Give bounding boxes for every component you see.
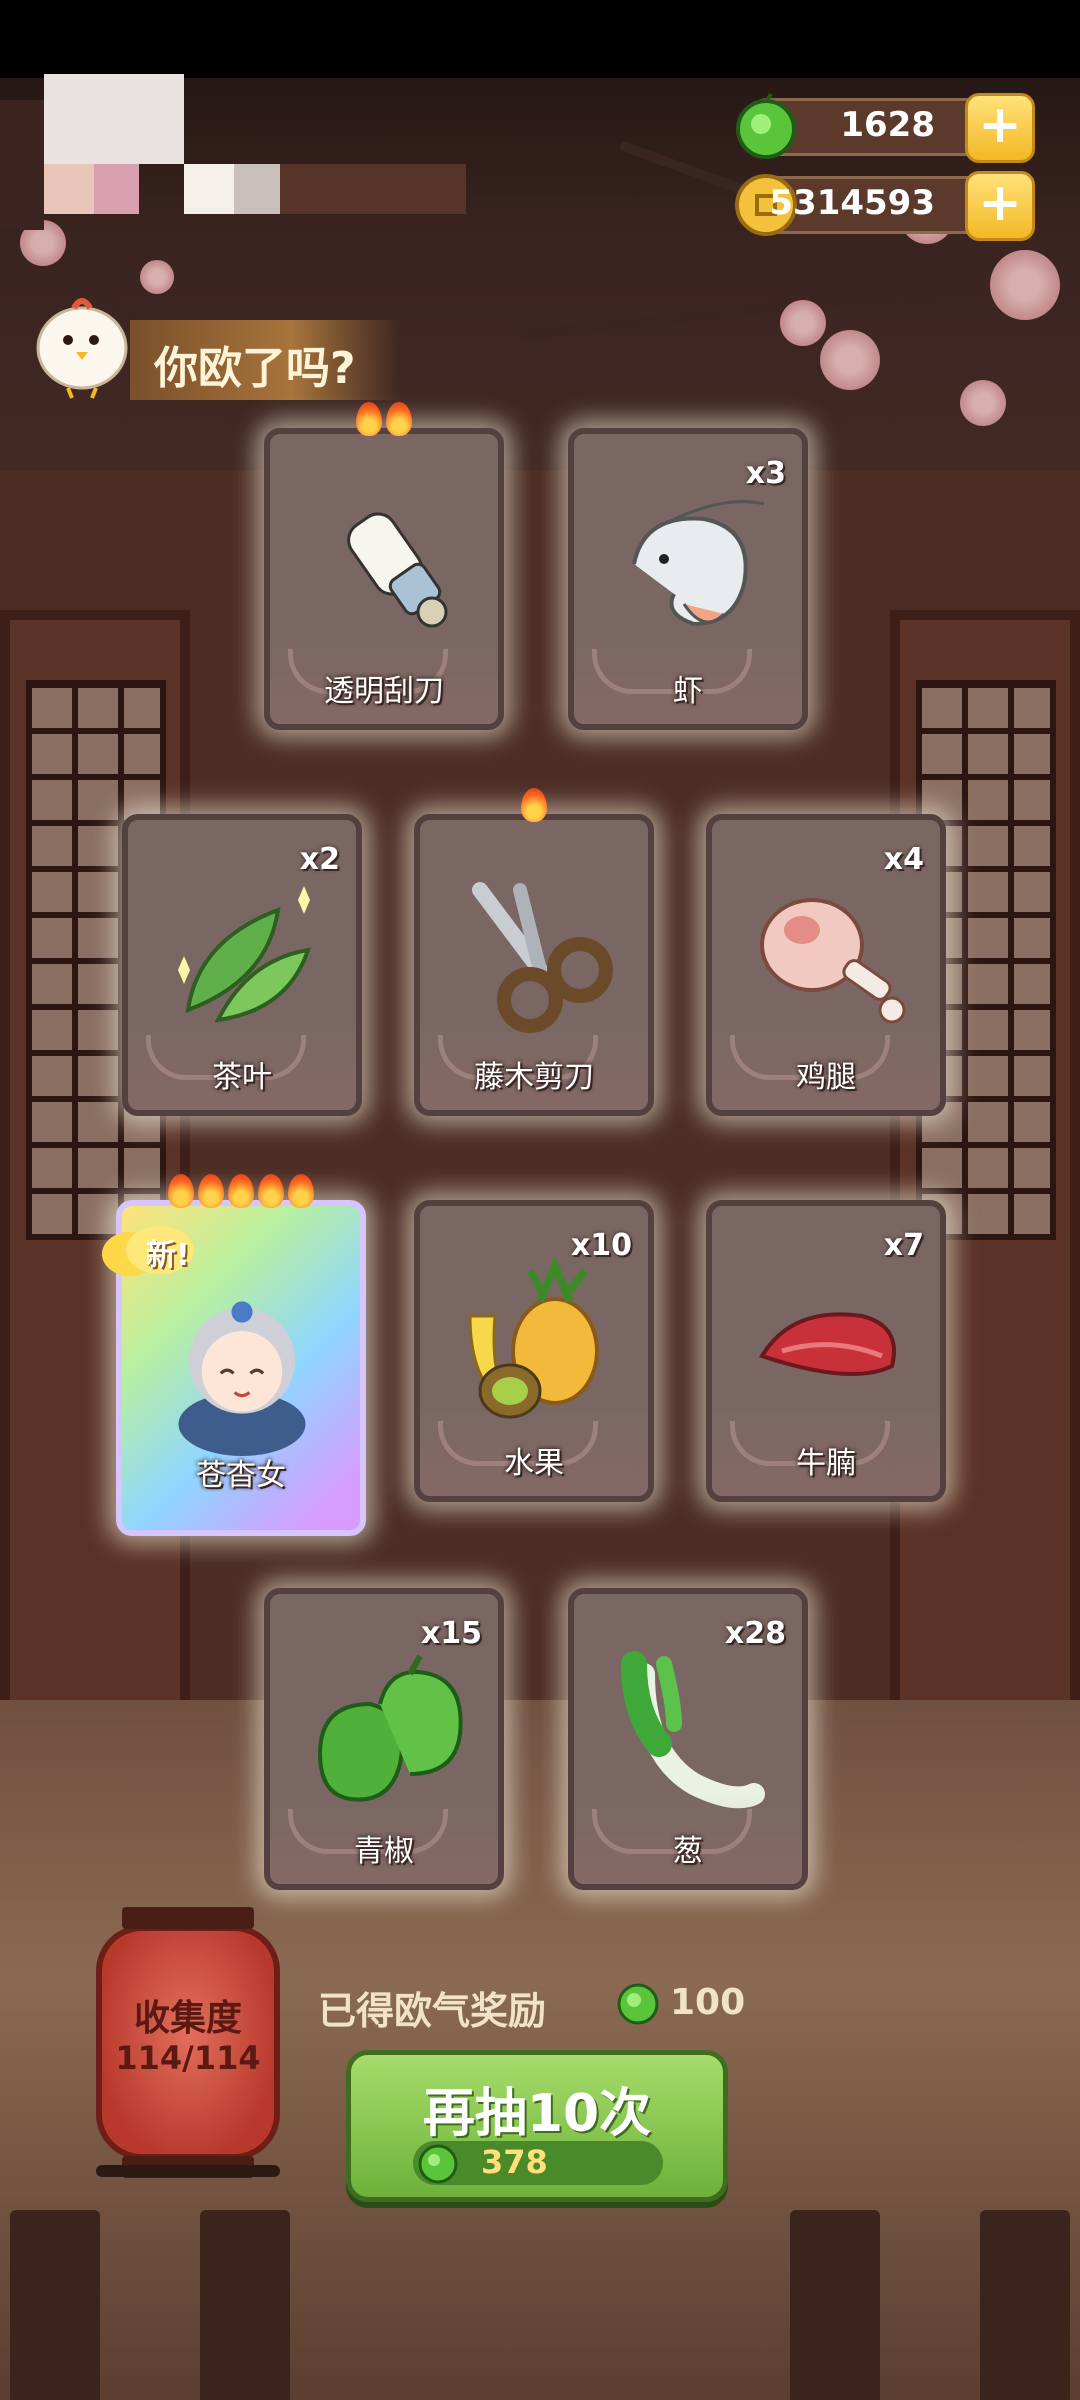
card-name: 青椒 [354, 1834, 414, 1869]
green-currency-bar: 1628 + [736, 92, 1035, 163]
blur-block [94, 164, 139, 214]
add-gold-currency-button[interactable]: + [965, 171, 1035, 241]
card-name: 透明刮刀 [324, 674, 444, 709]
add-green-currency-button[interactable]: + [965, 93, 1035, 163]
chicken-leg-icon [760, 898, 906, 1024]
luck-banner: 你欧了吗? [130, 320, 400, 400]
card-item[interactable]: x7 牛腩 [706, 1200, 946, 1502]
card-qty: x28 [724, 1616, 786, 1651]
card-name: 水果 [504, 1446, 564, 1481]
left-door [0, 610, 190, 1710]
rarity-flames [270, 402, 498, 445]
reward-value: 100 [670, 1982, 746, 2023]
fence-post [980, 2210, 1070, 2400]
card-name: 虾 [673, 674, 703, 709]
card-name: 鸡腿 [796, 1060, 856, 1095]
card-qty: x2 [299, 842, 340, 877]
blossom [960, 380, 1006, 426]
status-bar [0, 0, 1080, 78]
tea-leaf-icon [178, 886, 311, 1023]
chick-mascot-icon [36, 298, 128, 399]
card-name: 苍杳女 [196, 1458, 286, 1493]
green-gem-icon [617, 1983, 659, 2025]
blossom [140, 260, 174, 294]
card-item[interactable]: x4 鸡腿 [706, 814, 946, 1116]
scraper-icon [347, 512, 448, 628]
card-item[interactable]: x15 青椒 [264, 1588, 504, 1890]
card-name: 茶叶 [212, 1060, 272, 1095]
fruit-icon [468, 1256, 599, 1419]
new-label: 新! [146, 1238, 190, 1273]
scallion-icon [621, 1651, 765, 1809]
collection-lantern[interactable]: 收集度 114/114 [96, 1907, 280, 2178]
blur-block [184, 164, 234, 214]
gold-currency-bar: 5314593 + [735, 171, 1035, 241]
rarity-flames [420, 788, 648, 831]
character-portrait [178, 1301, 306, 1456]
card-qty: x7 [883, 1228, 924, 1263]
card-item[interactable]: 透明刮刀 [264, 402, 504, 730]
card-name: 葱 [673, 1834, 703, 1869]
blur-block [44, 164, 94, 214]
fence-post [790, 2210, 880, 2400]
banner-text: 你欧了吗? [154, 343, 356, 394]
card-name: 牛腩 [796, 1446, 856, 1481]
blur-block [234, 164, 280, 214]
blossom [780, 300, 826, 346]
lantern-stand [96, 2165, 280, 2177]
card-qty: x3 [745, 456, 786, 491]
card-name: 藤木剪刀 [474, 1060, 594, 1095]
draw-cost-value: 378 [481, 2143, 548, 2181]
card-item[interactable]: x28 葱 [568, 1588, 808, 1890]
collection-value: 114/114 [115, 2039, 261, 2077]
gold-currency-value: 5314593 [769, 183, 935, 223]
blur-block [0, 100, 44, 230]
beef-icon [759, 1312, 896, 1376]
green-pepper-icon [317, 1654, 463, 1802]
blur-block [44, 74, 184, 164]
card-item[interactable]: x2 茶叶 [122, 814, 362, 1116]
card-item[interactable]: x3 虾 [568, 428, 808, 730]
blossom [990, 250, 1060, 320]
card-item-character[interactable]: 新! 苍杳女 [102, 1174, 366, 1536]
blur-block [280, 164, 466, 214]
draw-again-label: 再抽10次 [422, 2084, 652, 2144]
rarity-flames [122, 1174, 360, 1217]
draw-again-button[interactable]: 再抽10次 378 [346, 2050, 728, 2202]
card-item[interactable]: x10 水果 [414, 1200, 654, 1502]
green-gem-icon [418, 2144, 458, 2184]
card-item[interactable]: 藤木剪刀 [414, 788, 654, 1116]
card-qty: x4 [883, 842, 924, 877]
card-qty: x10 [570, 1228, 632, 1263]
collection-label: 收集度 [133, 1998, 242, 2039]
scissors-icon [472, 882, 613, 1033]
green-gem-icon [736, 92, 796, 159]
shrimp-icon [632, 500, 765, 627]
reward-label: 已得欧气奖励 [318, 1989, 547, 2033]
green-currency-value: 1628 [840, 105, 935, 145]
fence-post [10, 2210, 100, 2400]
fence-post [200, 2210, 290, 2400]
right-door [890, 610, 1080, 1710]
card-qty: x15 [420, 1616, 482, 1651]
blossom [820, 330, 880, 390]
